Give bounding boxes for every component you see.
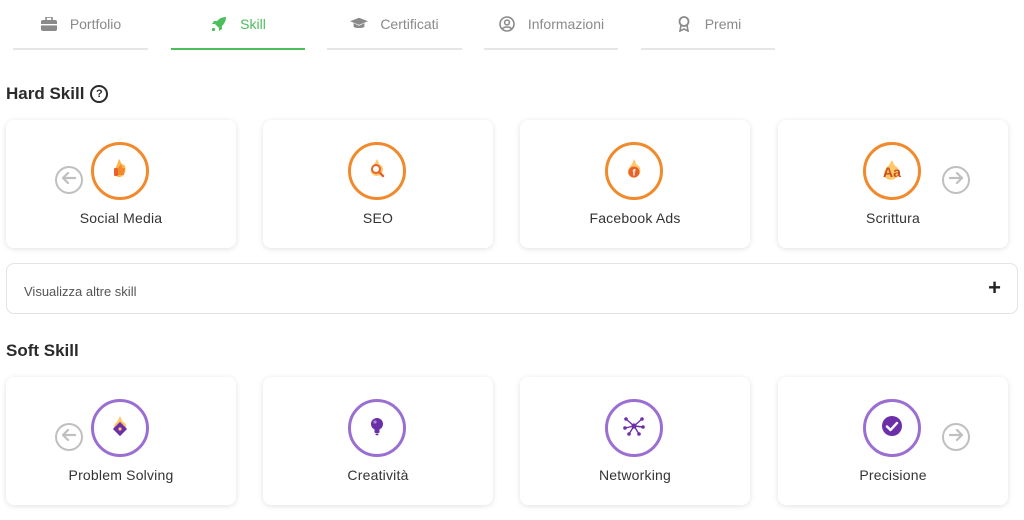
tab-bar: Portfolio Skill Certificati Informazioni… (0, 0, 1024, 52)
award-icon (675, 15, 693, 33)
soft-skill-title: Soft Skill (6, 341, 79, 360)
skill-icon-ring (348, 399, 406, 457)
tab-label: Certificati (380, 16, 439, 32)
skill-label: Precisione (859, 467, 927, 483)
hard-skill-prev-button[interactable] (55, 166, 83, 194)
text-aa-icon: Aa (879, 159, 905, 183)
skill-card-precisione[interactable]: Precisione (778, 377, 1008, 505)
tab-informazioni[interactable]: Informazioni (484, 0, 618, 50)
arrow-left-icon (61, 428, 77, 446)
tab-label: Portfolio (69, 16, 122, 32)
soft-skill-prev-button[interactable] (55, 423, 83, 451)
skill-label: Scrittura (866, 210, 920, 226)
hard-skill-title: Hard Skill (6, 84, 85, 103)
check-circle-icon (880, 414, 904, 443)
tab-label: Premi (704, 16, 742, 32)
lightbulb-icon (365, 414, 389, 443)
skill-icon-ring: Aa (863, 142, 921, 200)
graduation-cap-icon (350, 15, 369, 33)
skill-icon-ring (91, 142, 149, 200)
skill-label: Social Media (79, 210, 163, 226)
skill-icon-ring (348, 142, 406, 200)
skill-icon-ring (863, 399, 921, 457)
skill-label: Creatività (347, 467, 409, 483)
hard-skill-next-button[interactable] (942, 166, 970, 194)
skill-label: Facebook Ads (589, 210, 681, 226)
arrow-left-icon (61, 171, 77, 189)
skill-card-social-media[interactable]: Social Media (6, 120, 236, 248)
arrow-right-icon (948, 428, 964, 446)
puzzle-icon (108, 414, 132, 443)
tab-skill[interactable]: Skill (171, 0, 305, 50)
skill-icon-ring (605, 399, 663, 457)
magnifier-icon (365, 157, 389, 186)
text-aa-glyph: Aa (883, 164, 901, 180)
hard-skill-heading: Hard Skill ? (6, 84, 109, 104)
soft-skill-next-button[interactable] (942, 423, 970, 451)
skill-card-problem-solving[interactable]: Problem Solving (6, 377, 236, 505)
facebook-icon: f (622, 157, 646, 186)
skill-icon-ring: f (605, 142, 663, 200)
skill-icon-ring (91, 399, 149, 457)
skill-card-creativita[interactable]: Creatività (263, 377, 493, 505)
briefcase-icon (40, 15, 58, 33)
skill-label: Problem Solving (68, 467, 174, 483)
plus-icon[interactable]: + (988, 277, 1001, 299)
help-icon[interactable]: ? (90, 85, 109, 103)
skill-card-networking[interactable]: Networking (520, 377, 750, 505)
skill-card-seo[interactable]: SEO (263, 120, 493, 248)
tab-portfolio[interactable]: Portfolio (13, 0, 148, 50)
tab-certificati[interactable]: Certificati (327, 0, 462, 50)
tab-label: Skill (240, 16, 266, 32)
soft-skill-heading: Soft Skill (6, 341, 79, 361)
skill-card-facebook-ads[interactable]: f Facebook Ads (520, 120, 750, 248)
show-more-skills-label: Visualizza altre skill (24, 284, 137, 299)
tab-premi[interactable]: Premi (641, 0, 775, 50)
network-icon (622, 414, 646, 443)
thumbs-up-icon (108, 157, 132, 186)
arrow-right-icon (948, 171, 964, 189)
skill-card-scrittura[interactable]: Aa Scrittura (778, 120, 1008, 248)
skill-label: Networking (598, 467, 672, 483)
skill-label: SEO (362, 210, 394, 226)
user-circle-icon (498, 15, 516, 33)
show-more-skills-row[interactable]: Visualizza altre skill + (6, 263, 1018, 314)
tab-label: Informazioni (527, 16, 605, 32)
rocket-icon (210, 15, 228, 33)
